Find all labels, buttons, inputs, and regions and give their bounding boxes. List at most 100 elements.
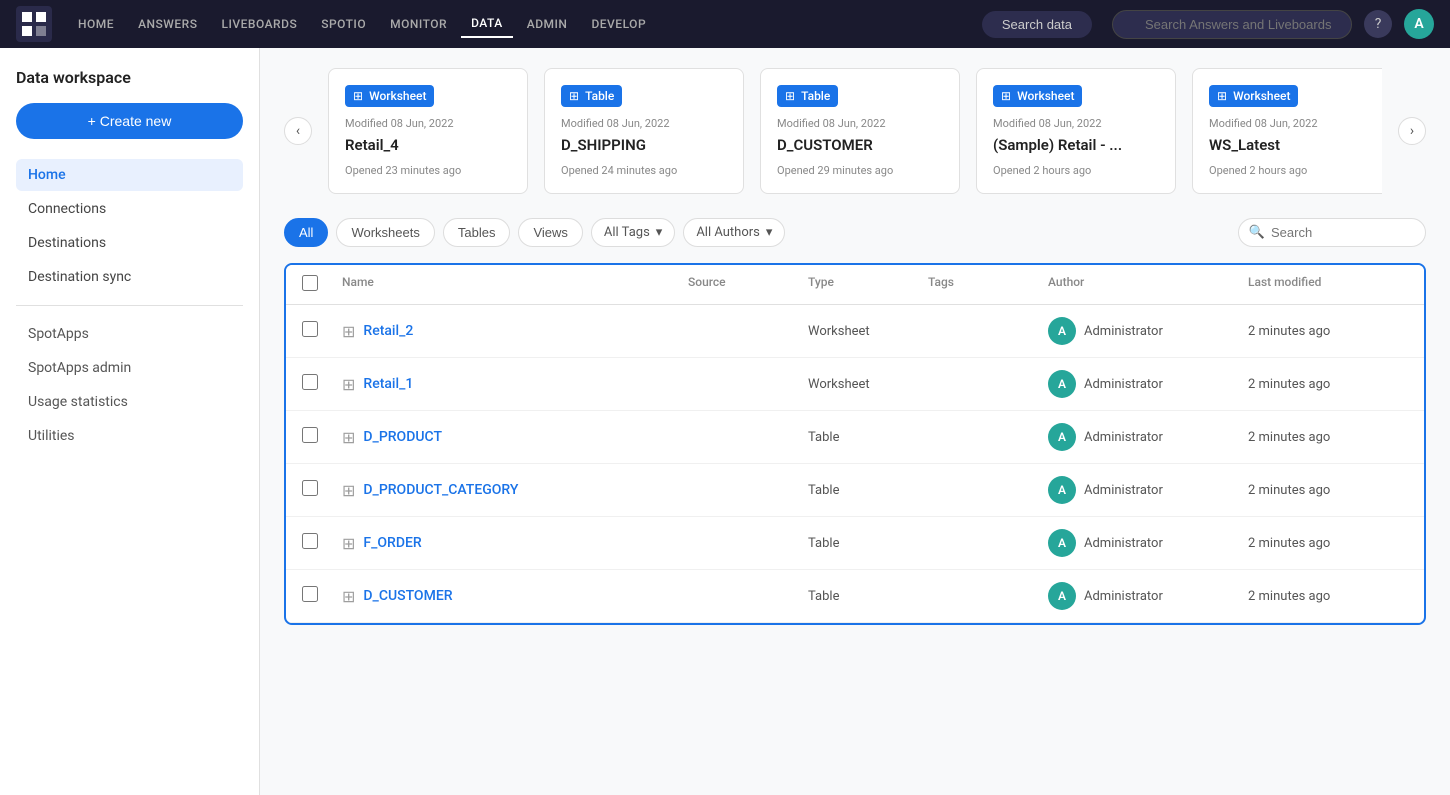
row-name-3[interactable]: ⊞ D_PRODUCT_CATEGORY <box>342 481 688 500</box>
nav-liveboards[interactable]: LIVEBOARDS <box>211 11 307 37</box>
row-name-5[interactable]: ⊞ D_CUSTOMER <box>342 587 688 606</box>
filter-worksheets-button[interactable]: Worksheets <box>336 218 434 247</box>
sidebar-divider <box>16 305 243 306</box>
table-row: ⊞ D_CUSTOMER Table A Administrator 2 min… <box>286 570 1424 623</box>
row-author-cell-1: A Administrator <box>1048 370 1248 398</box>
col-tags: Tags <box>928 275 1048 294</box>
card-opened-3: Opened 2 hours ago <box>993 164 1159 177</box>
card-opened-4: Opened 2 hours ago <box>1209 164 1375 177</box>
sidebar-item-destinations[interactable]: Destinations <box>16 227 243 259</box>
row-modified-1: 2 minutes ago <box>1248 377 1408 392</box>
row-modified-5: 2 minutes ago <box>1248 589 1408 604</box>
recent-card-1[interactable]: ⊞ Table Modified 08 Jun, 2022 D_SHIPPING… <box>544 68 744 194</box>
search-filter: 🔍 <box>1238 218 1426 247</box>
card-opened-1: Opened 24 minutes ago <box>561 164 727 177</box>
table-row: ⊞ D_PRODUCT_CATEGORY Table A Administrat… <box>286 464 1424 517</box>
filter-views-button[interactable]: Views <box>518 218 582 247</box>
card-name-4: WS_Latest <box>1209 136 1375 154</box>
nav-monitor[interactable]: MONITOR <box>380 11 457 37</box>
nav-develop[interactable]: DEVELOP <box>581 11 656 37</box>
row-author-0: Administrator <box>1084 324 1163 339</box>
card-opened-2: Opened 29 minutes ago <box>777 164 943 177</box>
search-filter-input[interactable] <box>1271 225 1411 240</box>
worksheet-row-icon-0: ⊞ <box>342 322 355 341</box>
author-avatar-2: A <box>1048 423 1076 451</box>
row-checkbox-2[interactable] <box>302 427 318 443</box>
recent-card-3[interactable]: ⊞ Worksheet Modified 08 Jun, 2022 (Sampl… <box>976 68 1176 194</box>
row-name-4[interactable]: ⊞ F_ORDER <box>342 534 688 553</box>
row-type-0: Worksheet <box>808 324 928 339</box>
row-name-1[interactable]: ⊞ Retail_1 <box>342 375 688 394</box>
nav-spotiq[interactable]: SPOTIО <box>311 11 376 37</box>
recent-card-2[interactable]: ⊞ Table Modified 08 Jun, 2022 D_CUSTOMER… <box>760 68 960 194</box>
table-row-icon-4: ⊞ <box>342 534 355 553</box>
card-modified-4: Modified 08 Jun, 2022 <box>1209 117 1375 130</box>
create-new-button[interactable]: + Create new <box>16 103 243 139</box>
row-checkbox-3[interactable] <box>302 480 318 496</box>
filter-row: All Worksheets Tables Views All Tags ▾ A… <box>284 218 1426 247</box>
sidebar-item-home[interactable]: Home <box>16 159 243 191</box>
search-wrap: 🔍 <box>1112 10 1352 39</box>
sidebar-item-utilities[interactable]: Utilities <box>16 420 243 452</box>
sidebar-item-spotapps[interactable]: SpotApps <box>16 318 243 350</box>
author-avatar-4: A <box>1048 529 1076 557</box>
nav-data[interactable]: DATA <box>461 10 513 38</box>
sidebar-item-spotapps-admin[interactable]: SpotApps admin <box>16 352 243 384</box>
author-avatar-5: A <box>1048 582 1076 610</box>
cards-prev-arrow[interactable]: ‹ <box>284 117 312 145</box>
col-last-modified: Last modified <box>1248 275 1408 294</box>
filter-tables-button[interactable]: Tables <box>443 218 511 247</box>
cards-next-arrow[interactable]: › <box>1398 117 1426 145</box>
filter-all-button[interactable]: All <box>284 218 328 247</box>
recent-cards: ‹ ⊞ Worksheet Modified 08 Jun, 2022 Reta… <box>284 68 1426 194</box>
nav-admin[interactable]: ADMIN <box>517 11 578 37</box>
row-name-2[interactable]: ⊞ D_PRODUCT <box>342 428 688 447</box>
search-data-button[interactable]: Search data <box>982 11 1092 38</box>
avatar[interactable]: A <box>1404 9 1434 39</box>
logo[interactable] <box>16 6 52 42</box>
row-checkbox-5[interactable] <box>302 586 318 602</box>
row-name-0[interactable]: ⊞ Retail_2 <box>342 322 688 341</box>
sidebar-item-usage-statistics[interactable]: Usage statistics <box>16 386 243 418</box>
row-type-3: Table <box>808 483 928 498</box>
nav-items: HOME ANSWERS LIVEBOARDS SPOTIО MONITOR D… <box>68 10 974 38</box>
row-author-4: Administrator <box>1084 536 1163 551</box>
row-type-4: Table <box>808 536 928 551</box>
card-name-3: (Sample) Retail - ... <box>993 136 1159 154</box>
select-all-checkbox[interactable] <box>302 275 318 291</box>
card-modified-3: Modified 08 Jun, 2022 <box>993 117 1159 130</box>
sidebar-title: Data workspace <box>16 68 243 87</box>
table-row: ⊞ F_ORDER Table A Administrator 2 minute… <box>286 517 1424 570</box>
card-type-badge-4: ⊞ Worksheet <box>1209 85 1298 107</box>
author-avatar-1: A <box>1048 370 1076 398</box>
recent-card-4[interactable]: ⊞ Worksheet Modified 08 Jun, 2022 WS_Lat… <box>1192 68 1382 194</box>
col-type: Type <box>808 275 928 294</box>
nav-answers[interactable]: ANSWERS <box>128 11 207 37</box>
row-checkbox-4[interactable] <box>302 533 318 549</box>
sidebar: Data workspace + Create new Home Connect… <box>0 48 260 795</box>
author-avatar-3: A <box>1048 476 1076 504</box>
row-checkbox-0[interactable] <box>302 321 318 337</box>
sidebar-item-destination-sync[interactable]: Destination sync <box>16 261 243 293</box>
all-authors-label: All Authors <box>696 225 760 240</box>
table-row: ⊞ D_PRODUCT Table A Administrator 2 minu… <box>286 411 1424 464</box>
row-modified-4: 2 minutes ago <box>1248 536 1408 551</box>
col-source: Source <box>688 275 808 294</box>
row-checkbox-1[interactable] <box>302 374 318 390</box>
row-type-1: Worksheet <box>808 377 928 392</box>
search-input[interactable] <box>1112 10 1352 39</box>
all-tags-dropdown[interactable]: All Tags ▾ <box>591 218 675 247</box>
help-button[interactable]: ? <box>1364 10 1392 38</box>
row-author-cell-4: A Administrator <box>1048 529 1248 557</box>
all-authors-dropdown[interactable]: All Authors ▾ <box>683 218 785 247</box>
card-type-badge-3: ⊞ Worksheet <box>993 85 1082 107</box>
card-modified-1: Modified 08 Jun, 2022 <box>561 117 727 130</box>
col-name: Name <box>342 275 688 294</box>
sidebar-item-connections[interactable]: Connections <box>16 193 243 225</box>
row-author-2: Administrator <box>1084 430 1163 445</box>
recent-card-0[interactable]: ⊞ Worksheet Modified 08 Jun, 2022 Retail… <box>328 68 528 194</box>
main-layout: Data workspace + Create new Home Connect… <box>0 48 1450 795</box>
table-row: ⊞ Retail_1 Worksheet A Administrator 2 m… <box>286 358 1424 411</box>
sidebar-secondary-nav: SpotApps SpotApps admin Usage statistics… <box>16 318 243 452</box>
nav-home[interactable]: HOME <box>68 11 124 37</box>
